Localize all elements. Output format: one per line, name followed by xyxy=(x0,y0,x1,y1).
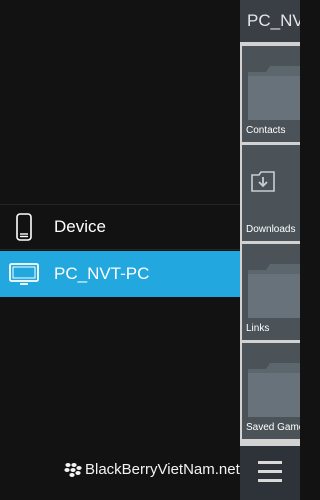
drawer-item-label: PC_NVT-PC xyxy=(54,264,150,283)
navigation-drawer: Device PC_NVT-PC xyxy=(0,0,240,500)
folder-label: Links xyxy=(246,323,270,334)
folder-tile-contacts[interactable]: Contacts xyxy=(242,46,300,142)
folder-panel: PC_NVT-PC Contacts Downloads Links Saved… xyxy=(240,0,300,500)
phone-icon xyxy=(6,213,42,241)
folder-tile-saved-games[interactable]: Saved Games xyxy=(242,343,300,439)
folder-icon xyxy=(248,363,300,417)
folder-label: Contacts xyxy=(246,125,286,136)
folder-label: Downloads xyxy=(246,224,296,235)
blackberry-logo-icon xyxy=(64,462,82,477)
watermark: BlackBerryVietNam.net xyxy=(64,461,240,478)
drawer-item-device[interactable]: Device xyxy=(0,204,240,250)
drawer-item-pc[interactable]: PC_NVT-PC xyxy=(0,251,240,297)
panel-title: PC_NVT-PC xyxy=(240,0,300,42)
monitor-icon xyxy=(6,263,42,285)
download-folder-icon xyxy=(251,171,275,192)
drawer-item-label: Device xyxy=(54,217,106,236)
folder-tile-downloads[interactable]: Downloads xyxy=(242,145,300,241)
folder-icon xyxy=(248,66,300,120)
menu-icon[interactable] xyxy=(258,461,282,483)
watermark-text: BlackBerryVietNam.net xyxy=(85,461,240,478)
folder-icon xyxy=(248,264,300,318)
folder-label: Saved Games xyxy=(246,422,300,433)
folder-tile-links[interactable]: Links xyxy=(242,244,300,340)
